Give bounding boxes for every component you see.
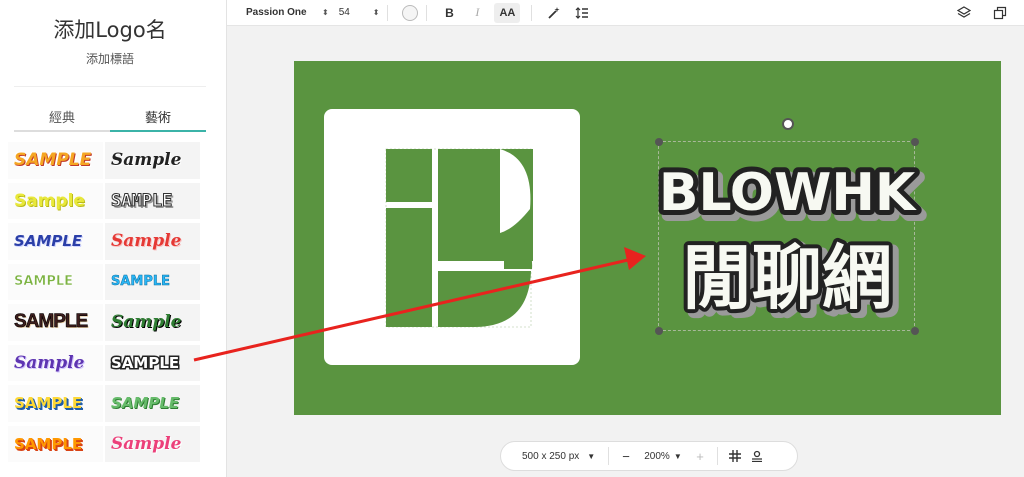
- font-size-value: 54: [338, 7, 350, 18]
- layers-button[interactable]: [953, 3, 975, 23]
- zoom-value: 200%: [644, 450, 670, 462]
- text-color-swatch[interactable]: [402, 4, 419, 21]
- text-style-sample-10[interactable]: Sample: [105, 304, 200, 341]
- sample-label: Sample: [111, 150, 182, 171]
- align-button[interactable]: [746, 450, 768, 462]
- slogan-subtitle[interactable]: 添加標語: [0, 50, 220, 67]
- layers-icon: [957, 6, 971, 18]
- text-style-sample-12[interactable]: SAMPLE: [105, 344, 200, 381]
- italic-button[interactable]: I: [466, 3, 488, 23]
- bottombar-divider: [717, 447, 718, 465]
- text-style-sample-2[interactable]: Sample: [105, 142, 200, 179]
- text-style-sample-1[interactable]: SAMPLE: [8, 142, 103, 179]
- resize-handle-bottom-left[interactable]: [655, 327, 663, 335]
- text-style-sample-5[interactable]: SAMPLE: [8, 223, 103, 260]
- sample-label: Sample: [14, 352, 85, 373]
- align-icon: [752, 450, 762, 462]
- text-toolbar: Passion One ⬍ 54 ⬍ B I AA: [227, 0, 1024, 26]
- updown-icon[interactable]: ⬍: [322, 8, 329, 17]
- sample-label: SAMPLE: [14, 394, 83, 413]
- caret-down-icon: ▼: [673, 451, 682, 461]
- logo-icon-box[interactable]: [324, 109, 580, 365]
- toolbar-divider: [531, 4, 533, 21]
- logo-name-title[interactable]: 添加Logo名: [0, 14, 220, 44]
- text-selection-box[interactable]: BLOWHK BLOWHK BLOWHK 閒聊網 閒聊網 閒聊網: [654, 141, 927, 331]
- bold-button[interactable]: B: [438, 3, 460, 23]
- caret-down-icon: ▼: [587, 451, 596, 461]
- uppercase-button[interactable]: AA: [494, 2, 521, 23]
- sample-label: SAMPLE: [14, 434, 83, 453]
- text-style-sample-7[interactable]: SAMPLE: [8, 263, 103, 300]
- tagline-text[interactable]: 閒聊網: [682, 237, 892, 319]
- sample-label: Sample: [111, 231, 182, 252]
- resize-handle-top-right[interactable]: [911, 138, 919, 146]
- resize-handle-top-left[interactable]: [655, 138, 663, 146]
- sidebar-divider: [14, 86, 206, 87]
- font-family-value: Passion One: [246, 7, 307, 18]
- style-tabs: 經典 藝術: [14, 104, 206, 132]
- tab-classic[interactable]: 經典: [14, 104, 110, 132]
- duplicate-button[interactable]: [989, 3, 1011, 23]
- duplicate-icon: [993, 6, 1007, 20]
- resize-handle-bottom-right[interactable]: [911, 327, 919, 335]
- artboard[interactable]: BLOWHK BLOWHK BLOWHK 閒聊網 閒聊網 閒聊網: [294, 61, 1001, 415]
- sample-label: SAMPLE: [111, 274, 171, 290]
- text-style-sample-6[interactable]: Sample: [105, 223, 200, 260]
- text-style-sample-4[interactable]: SAMPLE: [105, 182, 200, 219]
- sidebar: 添加Logo名 添加標語 經典 藝術 SAMPLE Sample Sample SAM…: [0, 0, 227, 477]
- sample-label: SAMPLE: [14, 150, 92, 171]
- effects-button[interactable]: [543, 3, 565, 23]
- font-size-select[interactable]: 54: [339, 7, 369, 18]
- grid-toggle-button[interactable]: [724, 450, 746, 462]
- sample-label: Sample: [111, 433, 182, 454]
- text-style-sample-11[interactable]: Sample: [8, 344, 103, 381]
- canvas-area: BLOWHK BLOWHK BLOWHK 閒聊網 閒聊網 閒聊網 500 x 2…: [227, 26, 1024, 477]
- grid-icon: [729, 450, 741, 462]
- zoom-out-button[interactable]: −: [615, 449, 637, 464]
- sample-label: SAMPLE: [111, 394, 180, 413]
- magic-icon: [548, 6, 561, 19]
- toolbar-right: [950, 3, 1014, 23]
- bottombar-divider: [608, 447, 609, 465]
- tab-artistic[interactable]: 藝術: [110, 104, 206, 132]
- text-style-sample-14[interactable]: SAMPLE: [105, 385, 200, 422]
- text-style-sample-9[interactable]: SAMPLE: [8, 304, 103, 341]
- text-style-sample-16[interactable]: Sample: [105, 425, 200, 462]
- line-spacing-icon: [575, 6, 589, 19]
- sample-label: SAMPLE: [109, 352, 180, 373]
- rotate-handle-icon[interactable]: [782, 118, 794, 130]
- text-group: BLOWHK BLOWHK BLOWHK 閒聊網 閒聊網 閒聊網: [654, 158, 927, 328]
- updown-icon[interactable]: ⬍: [373, 8, 380, 17]
- line-spacing-button[interactable]: [571, 3, 593, 23]
- sample-label: SAMPLE: [110, 190, 173, 211]
- letter-b-logo-icon: [385, 148, 533, 328]
- text-style-sample-15[interactable]: SAMPLE: [8, 425, 103, 462]
- zoom-in-button[interactable]: +: [689, 449, 711, 464]
- text-style-sample-8[interactable]: SAMPLE: [105, 263, 200, 300]
- text-style-sample-13[interactable]: SAMPLE: [8, 385, 103, 422]
- toolbar-divider: [426, 4, 428, 21]
- sample-label: Sample: [14, 190, 85, 211]
- zoom-select[interactable]: 200% ▼: [637, 451, 689, 462]
- sample-label: SAMPLE: [14, 311, 89, 333]
- canvas-size-value: 500 x 250 px: [522, 450, 580, 462]
- headline-text[interactable]: BLOWHK: [659, 163, 917, 223]
- text-style-sample-3[interactable]: Sample: [8, 182, 103, 219]
- sample-label: SAMPLE: [14, 274, 74, 290]
- canvas-bottom-bar: 500 x 250 px ▼ − 200% ▼ +: [500, 441, 798, 471]
- sample-label: SAMPLE: [14, 232, 83, 251]
- font-family-select[interactable]: Passion One: [246, 7, 318, 18]
- toolbar-divider: [387, 4, 389, 21]
- sample-label: Sample: [111, 312, 182, 333]
- canvas-size-select[interactable]: 500 x 250 px ▼: [522, 451, 602, 462]
- text-style-samples: SAMPLE Sample Sample SAMPLE SAMPLE Sample SAMP…: [8, 140, 200, 464]
